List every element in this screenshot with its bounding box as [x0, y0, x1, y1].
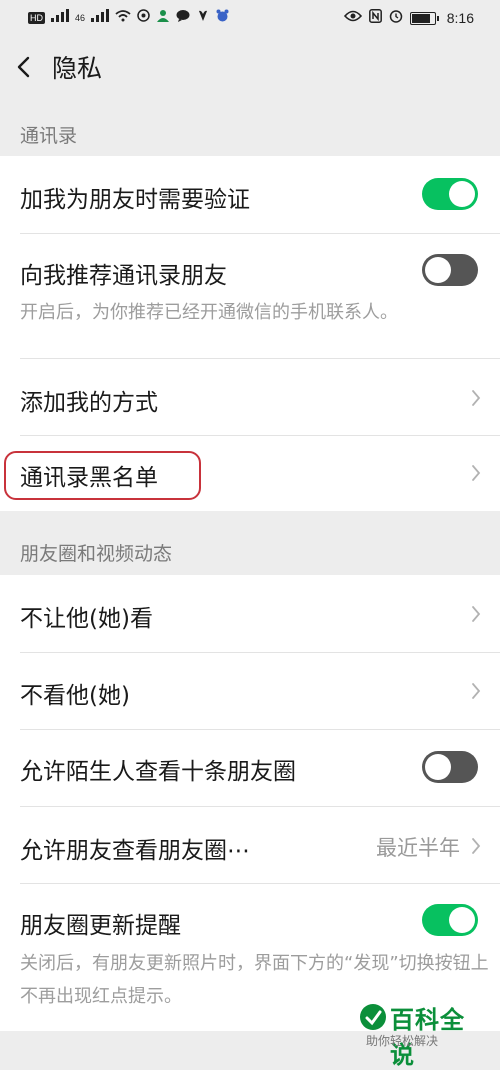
row-verify-friend: 加我为朋友时需要验证 [0, 156, 500, 233]
status-right: 8:16 [343, 9, 474, 27]
update-reminder-toggle[interactable] [422, 904, 478, 936]
signal-icon [51, 9, 69, 26]
verify-friend-label: 加我为朋友时需要验证 [20, 187, 250, 213]
status-time: 8:16 [446, 10, 474, 26]
visible-range-label: 允许朋友查看朋友圈⋯ [20, 838, 250, 864]
toggle-knob [425, 257, 451, 283]
alarm-icon [389, 9, 403, 27]
battery-icon [409, 11, 439, 25]
chevron-right-icon [472, 683, 481, 699]
toggle-knob [449, 181, 475, 207]
signal-label: 46 [75, 12, 86, 23]
chevron-right-icon [472, 606, 481, 622]
chat-notification-icon [176, 9, 190, 26]
wifi-icon [115, 9, 131, 26]
huawei-icon [196, 9, 210, 26]
verify-friend-toggle[interactable] [422, 178, 478, 210]
visible-range-value: 最近半年 [376, 836, 460, 860]
section-title-moments: 朋友圈和视频动态 [20, 543, 173, 565]
chevron-left-icon [17, 56, 30, 78]
section-title-contacts: 通讯录 [20, 125, 78, 147]
highlight-annotation [4, 451, 201, 500]
row-add-methods[interactable]: 添加我的方式 [0, 359, 500, 435]
watermark-logo-icon [360, 1004, 386, 1030]
strangers-ten-toggle[interactable] [422, 751, 478, 783]
recommend-contacts-toggle[interactable] [422, 254, 478, 286]
row-hide-from[interactable]: 不让他(她)看 [0, 575, 500, 652]
row-visible-range[interactable]: 允许朋友查看朋友圈⋯ 最近半年 [0, 807, 500, 883]
nfc-icon [368, 9, 382, 27]
back-button[interactable] [10, 50, 40, 84]
recommend-contacts-label: 向我推荐通讯录朋友 [20, 263, 227, 289]
recommend-contacts-description: 开启后，为你推荐已经开通微信的手机联系人。 [20, 302, 398, 323]
row-strangers-ten: 允许陌生人查看十条朋友圈 [0, 730, 500, 806]
page-title: 隐私 [52, 54, 103, 83]
hide-from-label: 不让他(她)看 [20, 606, 153, 632]
hide-their-label: 不看他(她) [20, 683, 130, 709]
row-hide-their[interactable]: 不看他(她) [0, 653, 500, 729]
status-left: HD 46 [28, 9, 229, 26]
toggle-knob [449, 907, 475, 933]
bear-icon [216, 9, 229, 26]
moments-group: 不让他(她)看 不看他(她) 允许陌生人查看十条朋友圈 允许朋友查看朋友圈⋯ 最… [0, 575, 500, 1031]
nav-header: 隐私 [0, 36, 500, 98]
watermark: 百科全说 助你轻松解决 [358, 1002, 488, 1069]
chevron-right-icon [472, 390, 481, 406]
chevron-right-icon [472, 838, 481, 854]
eye-icon [343, 10, 362, 26]
watermark-subtitle: 助你轻松解决 [366, 1034, 439, 1048]
status-bar: HD 46 8:16 [0, 0, 500, 36]
row-recommend-contacts: 向我推荐通讯录朋友 开启后，为你推荐已经开通微信的手机联系人。 [0, 234, 500, 358]
chevron-right-icon [472, 465, 481, 481]
signal-icon-2 [91, 9, 110, 26]
hd-badge: HD [28, 11, 45, 24]
toggle-knob [425, 754, 451, 780]
update-reminder-label: 朋友圈更新提醒 [20, 913, 181, 939]
strangers-ten-label: 允许陌生人查看十条朋友圈 [20, 759, 296, 785]
user-notification-icon [156, 9, 170, 26]
add-methods-label: 添加我的方式 [20, 390, 158, 416]
app-notification-icon [137, 9, 150, 26]
